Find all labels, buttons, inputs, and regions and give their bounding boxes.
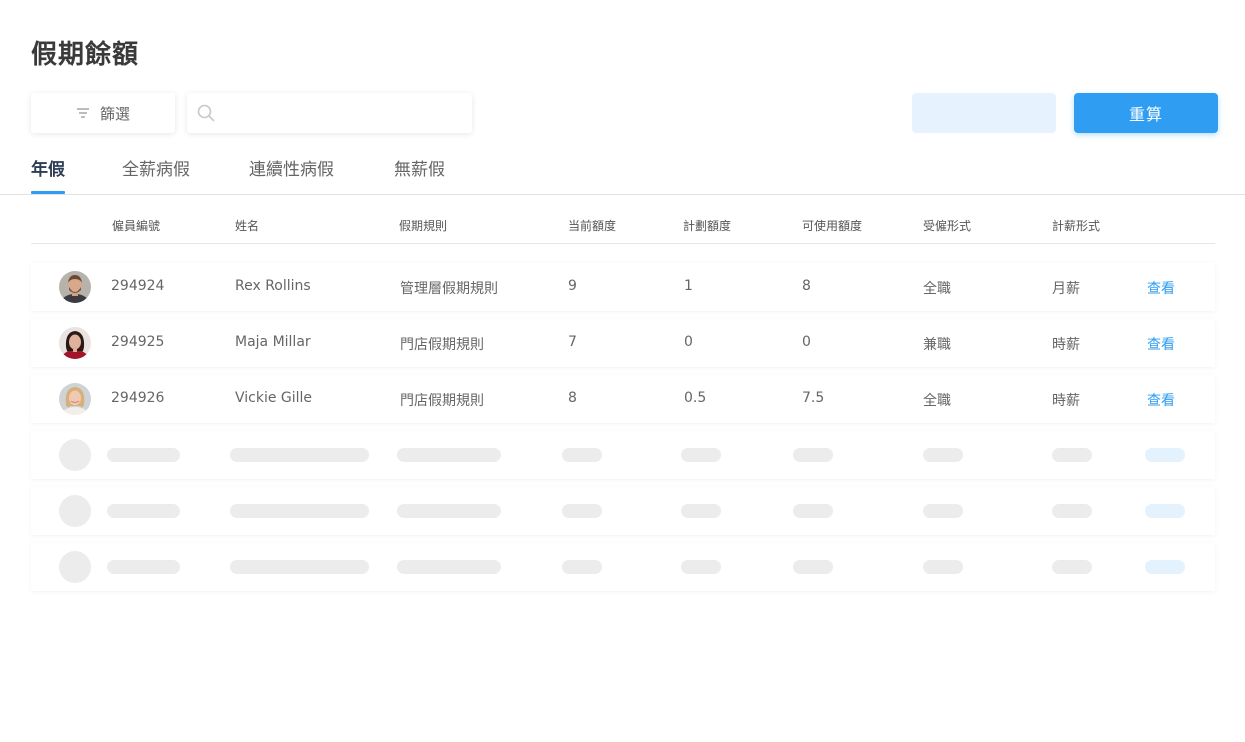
skeleton-bar [1052, 560, 1092, 574]
tab-unpaid-leave[interactable]: 無薪假 [394, 155, 445, 194]
skeleton-avatar [59, 495, 91, 527]
current-quota: 8 [568, 390, 577, 406]
skeleton-bar [1145, 448, 1185, 462]
skeleton-bar [107, 560, 180, 574]
column-header-planned-quota[interactable]: 計劃額度 [683, 217, 731, 234]
skeleton-bar [1052, 448, 1092, 462]
planned-quota: 0 [684, 334, 693, 350]
skeleton-bar [1145, 560, 1185, 574]
column-header-current-quota[interactable]: 当前額度 [568, 217, 616, 234]
column-header-available-quota[interactable]: 可使用額度 [802, 217, 862, 234]
employee-name: Maja Millar [235, 334, 311, 350]
avatar [59, 271, 91, 303]
skeleton-bar [230, 504, 369, 518]
skeleton-row [31, 431, 1215, 479]
skeleton-bar [923, 560, 963, 574]
leave-type-tabs: 年假 全薪病假 連續性病假 無薪假 [0, 148, 1245, 195]
skeleton-bar [397, 504, 501, 518]
column-header-leave-rule[interactable]: 假期規則 [399, 217, 447, 234]
skeleton-bar [793, 560, 833, 574]
planned-quota: 1 [684, 278, 693, 294]
view-link[interactable]: 查看 [1147, 390, 1175, 410]
recalculate-label: 重算 [1128, 105, 1163, 124]
skeleton-bar [107, 504, 180, 518]
tab-continuous-sick-leave[interactable]: 連續性病假 [249, 155, 334, 194]
skeleton-bar [562, 448, 602, 462]
search-icon [197, 104, 215, 122]
skeleton-bar [923, 448, 963, 462]
skeleton-bar [681, 504, 721, 518]
skeleton-bar [562, 504, 602, 518]
column-header-name[interactable]: 姓名 [235, 217, 259, 234]
employment-type: 全職 [923, 281, 951, 297]
table-row[interactable]: 294926 Vickie Gille 門店假期規則 8 0.5 7.5 全職 … [31, 375, 1215, 423]
skeleton-bar [230, 560, 369, 574]
employment-type: 兼職 [923, 337, 951, 353]
skeleton-bar [230, 448, 369, 462]
employee-name: Vickie Gille [235, 390, 313, 406]
skeleton-bar [793, 504, 833, 518]
skeleton-bar [1052, 504, 1092, 518]
column-header-employee-id[interactable]: 僱員編號 [112, 217, 160, 234]
current-quota: 9 [568, 278, 577, 294]
avatar [59, 383, 91, 415]
secondary-action-button[interactable] [912, 93, 1056, 133]
column-header-pay-type[interactable]: 計薪形式 [1052, 217, 1100, 234]
view-link[interactable]: 查看 [1147, 278, 1175, 298]
pay-type: 月薪 [1052, 281, 1080, 297]
skeleton-bar [793, 448, 833, 462]
recalculate-button[interactable]: 重算 [1074, 93, 1218, 133]
skeleton-bar [681, 560, 721, 574]
skeleton-row [31, 487, 1215, 535]
available-quota: 7.5 [802, 390, 825, 406]
table-row[interactable]: 294925 Maja Millar 門店假期規則 7 0 0 兼職 時薪 查看 [31, 319, 1215, 367]
employee-id: 294926 [111, 390, 165, 406]
leave-rule: 門店假期規則 [400, 337, 484, 353]
view-link[interactable]: 查看 [1147, 334, 1175, 354]
employee-id: 294925 [111, 334, 165, 350]
skeleton-avatar [59, 439, 91, 471]
leave-rule: 門店假期規則 [400, 393, 484, 409]
tab-full-pay-sick-leave[interactable]: 全薪病假 [122, 155, 190, 194]
current-quota: 7 [568, 334, 577, 350]
employment-type: 全職 [923, 393, 951, 409]
table-header: 僱員編號 姓名 假期規則 当前額度 計劃額度 可使用額度 受僱形式 計薪形式 [31, 205, 1215, 244]
pay-type: 時薪 [1052, 337, 1080, 353]
search-box[interactable] [187, 93, 472, 133]
skeleton-bar [681, 448, 721, 462]
avatar [59, 327, 91, 359]
skeleton-bar [397, 448, 501, 462]
pay-type: 時薪 [1052, 393, 1080, 409]
employee-name: Rex Rollins [235, 278, 311, 294]
page-title: 假期餘額 [31, 40, 140, 70]
employee-id: 294924 [111, 278, 165, 294]
available-quota: 8 [802, 278, 811, 294]
filter-button[interactable]: 篩選 [31, 93, 175, 133]
skeleton-bar [562, 560, 602, 574]
tab-annual-leave[interactable]: 年假 [31, 155, 65, 194]
skeleton-bar [1145, 504, 1185, 518]
skeleton-bar [107, 448, 180, 462]
skeleton-bar [397, 560, 501, 574]
leave-rule: 管理層假期規則 [400, 281, 498, 297]
search-input[interactable] [223, 93, 472, 133]
filter-icon [76, 108, 89, 118]
column-header-employment-type[interactable]: 受僱形式 [923, 217, 971, 234]
skeleton-row [31, 543, 1215, 591]
planned-quota: 0.5 [684, 390, 707, 406]
filter-label: 篩選 [99, 104, 130, 123]
table-row[interactable]: 294924 Rex Rollins 管理層假期規則 9 1 8 全職 月薪 查… [31, 263, 1215, 311]
skeleton-bar [923, 504, 963, 518]
skeleton-avatar [59, 551, 91, 583]
available-quota: 0 [802, 334, 811, 350]
